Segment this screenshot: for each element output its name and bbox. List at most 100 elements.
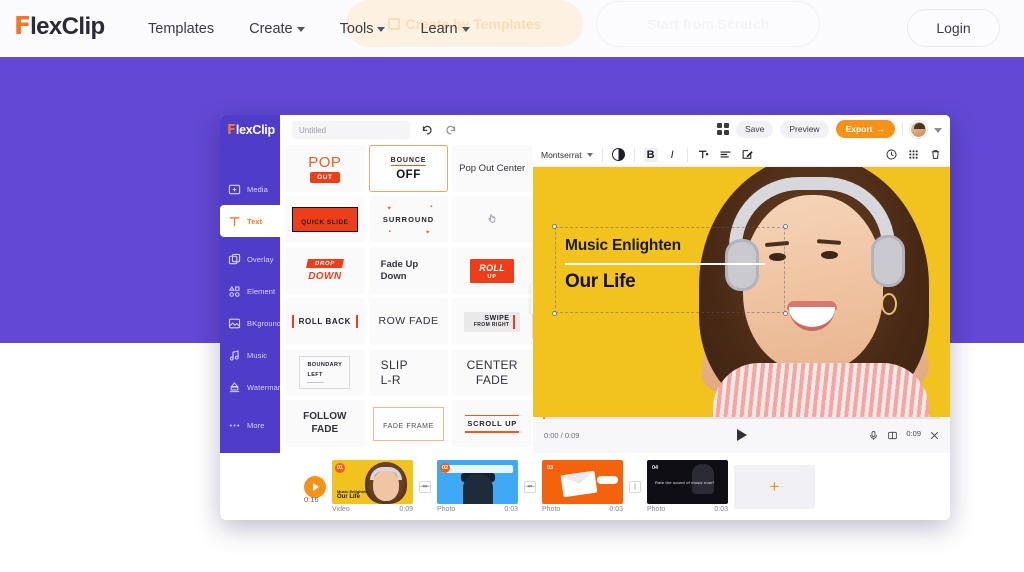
bold-button[interactable]: B (643, 147, 658, 162)
clip-type: Photo (437, 506, 456, 513)
resize-handle[interactable] (552, 311, 557, 316)
animation-title: QUICK SLIDE (301, 218, 349, 226)
caption-rule (565, 263, 765, 265)
preview-button[interactable]: Preview (780, 120, 829, 138)
microphone-icon[interactable] (868, 428, 879, 441)
animation-tile-row-fade[interactable]: ROW FADE (368, 298, 449, 345)
transition-button[interactable]: ⇥⇤ (524, 480, 536, 493)
animation-tile-fade-up-down[interactable]: Fade Up Down (368, 247, 449, 294)
animation-tile-center-fade[interactable]: CENTER FADE (452, 349, 532, 396)
play-icon (313, 482, 319, 491)
editor-logo[interactable]: F lexClip (227, 124, 275, 137)
text-color-icon[interactable] (697, 148, 710, 161)
fullscreen-grid-icon[interactable] (716, 123, 729, 135)
sidebar-item-media[interactable]: Media (220, 173, 280, 205)
subtitle-icon[interactable] (887, 428, 898, 440)
animation-tile-pop-out-center[interactable]: Pop Out Center (452, 145, 532, 192)
animation-title: BOUNCE (390, 156, 427, 166)
animation-title: SCROLL UP (467, 419, 517, 428)
play-icon[interactable] (736, 429, 747, 441)
transition-button[interactable]: ⇥⇤ (419, 480, 431, 493)
animation-title: DROP (305, 259, 344, 268)
animation-tile-drop-down[interactable]: DROP DOWN (285, 247, 365, 294)
start-from-scratch-ghost-button[interactable]: Start from Scratch (596, 1, 820, 47)
undo-icon[interactable] (420, 123, 434, 137)
chevron-down-icon (461, 27, 470, 32)
nav-item-templates[interactable]: Templates (148, 21, 214, 37)
redo-icon[interactable] (444, 123, 458, 137)
animation-subtitle: Down (380, 270, 407, 282)
quick-slide-badge: QUICK SLIDE (292, 207, 358, 232)
nav-item-tools[interactable]: Tools (340, 21, 386, 37)
sidebar-item-music[interactable]: Music (220, 339, 280, 371)
close-icon[interactable] (929, 428, 940, 439)
resize-handle[interactable] (783, 224, 788, 229)
resize-handle[interactable] (552, 224, 557, 229)
transition-button[interactable]: | (629, 480, 641, 493)
animation-chip: OUT (310, 171, 340, 183)
chevron-down-icon[interactable] (934, 127, 942, 133)
animation-subtitle: DOWN (308, 271, 342, 282)
timer-icon[interactable] (885, 148, 898, 161)
animation-tile-surround[interactable]: ✦ ▪ ▪ ✦ SURROUND (368, 196, 449, 243)
animation-tile-follow-fade[interactable]: FOLLOW FADE (285, 400, 365, 447)
avatar[interactable] (910, 120, 927, 138)
clip-thumbnail: Rate the sound of music now? 04 (647, 460, 728, 504)
timeline-clip-4[interactable]: Rate the sound of music now? 04 Photo 0:… (647, 460, 728, 513)
player-controls: 0:00 / 0:09 0:09 (533, 417, 950, 453)
nav-item-create[interactable]: Create (249, 21, 305, 37)
nav-item-learn[interactable]: Learn (420, 21, 470, 37)
music-icon (228, 349, 241, 362)
editor-window: F lexClip Media Text Overlay Element BKg… (220, 115, 950, 520)
add-clip-button[interactable]: + (734, 464, 815, 509)
animation-tile-fade-frame[interactable]: FADE FRAME (368, 400, 449, 447)
caption-line-2: Our Life (565, 271, 636, 292)
sidebar-item-watermark[interactable]: Watermark (220, 371, 284, 403)
save-button[interactable]: Save (735, 120, 774, 138)
resize-handle[interactable] (783, 311, 788, 316)
export-button[interactable]: Export → (835, 120, 895, 138)
italic-button[interactable]: I (667, 149, 678, 161)
animation-tile-quick-slide[interactable]: QUICK SLIDE (285, 196, 365, 243)
animation-tile-scroll-up[interactable]: SCROLL UP (452, 400, 532, 447)
nav-label-create: Create (249, 20, 293, 37)
project-title-input[interactable]: Untitled (292, 121, 410, 139)
contrast-icon[interactable] (611, 148, 625, 161)
animation-tile-boundary-left[interactable]: BOUNDARY LEFT (285, 349, 365, 396)
logo-f-mark: F (14, 11, 31, 40)
animation-tile-roll-up[interactable]: ROLL UP (452, 247, 532, 294)
sidebar-label-watermark: Watermark (247, 382, 285, 392)
animation-tile-pop-out[interactable]: POP OUT (285, 145, 365, 192)
trash-icon[interactable] (929, 148, 942, 161)
sidebar-item-overlay[interactable]: Overlay (220, 243, 280, 275)
flexclip-logo[interactable]: F lexClip (14, 13, 105, 39)
animation-tile-roll-back[interactable]: ROLL BACK (285, 298, 365, 345)
timeline-clip-3[interactable]: 03 Photo 0:03 (542, 460, 623, 513)
caption-text-object[interactable]: Music Enlighten Our Life (552, 224, 788, 316)
animation-tile-swipe-from-right[interactable]: SWIPE FROM RIGHT (452, 298, 532, 345)
toolbar-divider (633, 147, 635, 162)
align-left-icon[interactable] (719, 148, 732, 161)
apps-grid-icon[interactable] (907, 148, 920, 161)
timeline-clip-1[interactable]: Music Enlighten Our Life 01 Video 0:09 (332, 460, 413, 513)
sidebar-item-element[interactable]: Element (220, 275, 280, 307)
animation-title: SWIPE (484, 315, 510, 322)
progress-bar[interactable] (543, 417, 940, 419)
sparkle-icon: ▪ (430, 204, 433, 210)
animation-tile-hand-cursor[interactable] (452, 196, 532, 243)
animation-tile-bounce-off[interactable]: BOUNCE OFF (368, 145, 449, 192)
sidebar-item-more[interactable]: More (220, 409, 280, 441)
animation-tile-slip-lr[interactable]: SLIP L-R (368, 349, 449, 396)
video-canvas[interactable]: Music Enlighten Our Life (533, 167, 950, 417)
sidebar-item-bkground[interactable]: BKground (220, 307, 281, 339)
accent-bar (356, 315, 359, 328)
accent-bar (513, 314, 516, 329)
timeline-clip-2[interactable]: 02 Photo 0:03 (437, 460, 518, 513)
edit-icon[interactable] (741, 148, 754, 161)
sidebar-item-text[interactable]: Text (220, 205, 280, 237)
animation-subtitle: FADE (311, 423, 339, 435)
login-button[interactable]: Login (907, 9, 1000, 47)
animation-title: FADE FRAME (383, 422, 434, 430)
font-family-select[interactable]: Montserrat (541, 150, 593, 160)
text-format-toolbar: Montserrat B I (533, 143, 950, 167)
